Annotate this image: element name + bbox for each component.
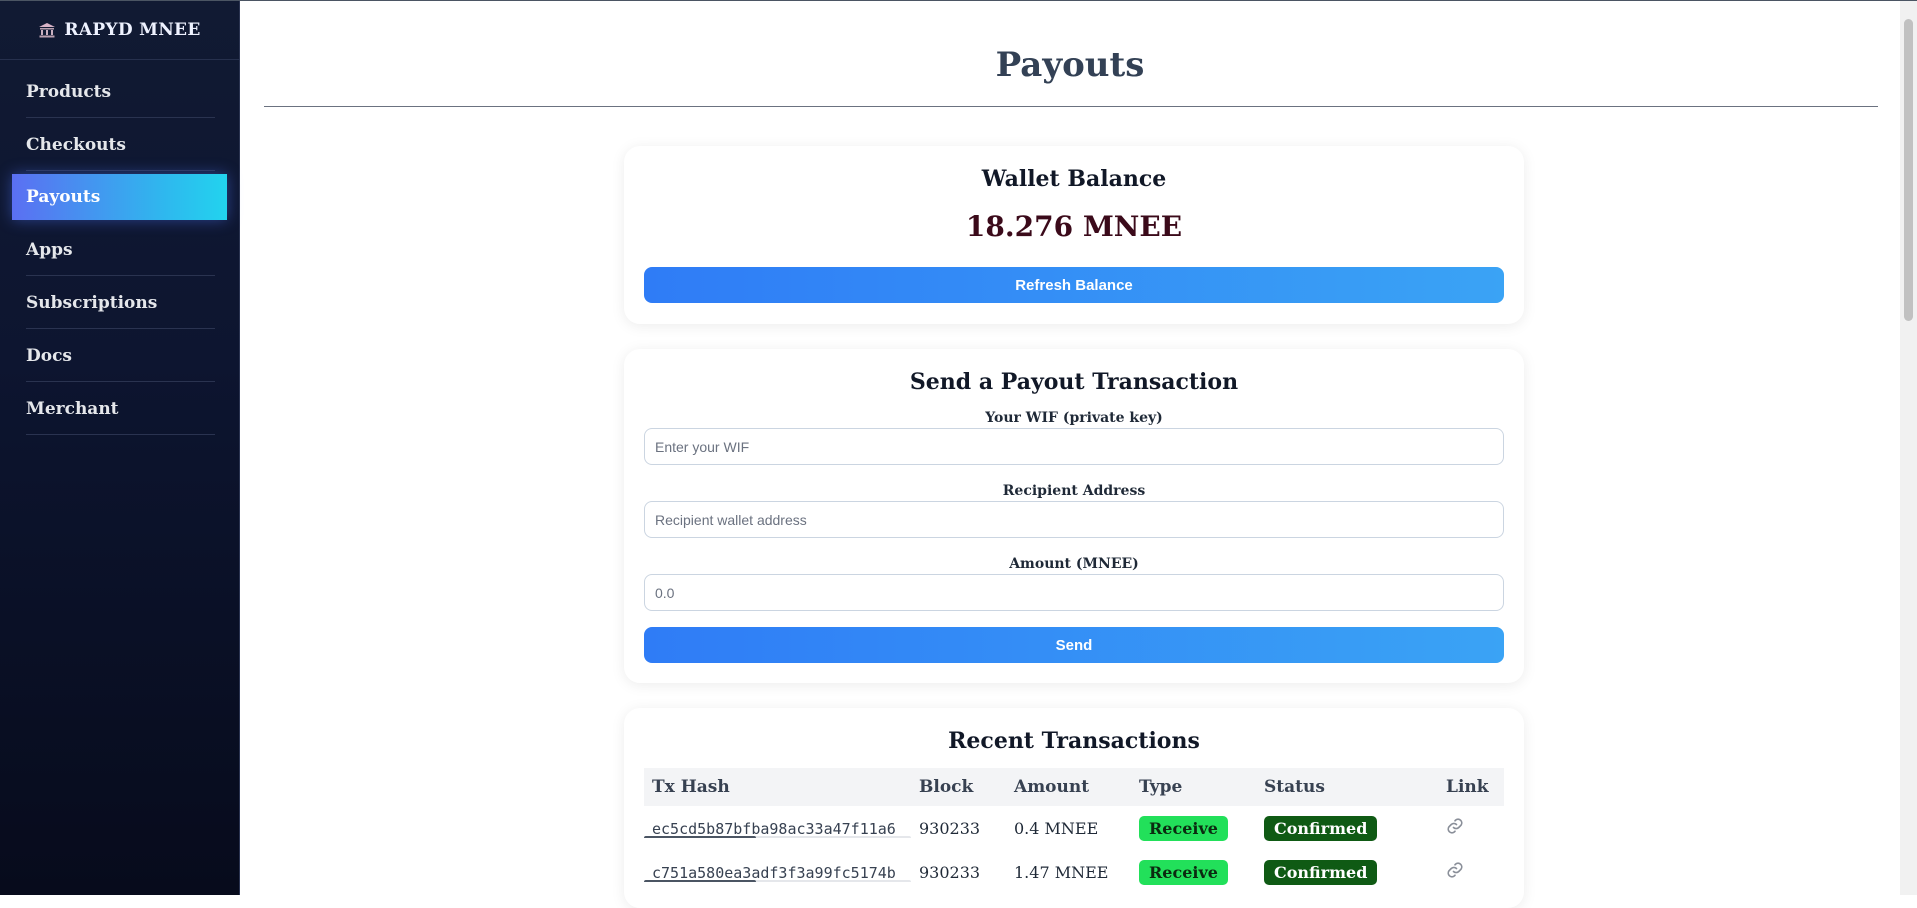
sidebar-item-payouts[interactable]: Payouts (12, 174, 227, 220)
table-header: Tx Hash Block Amount Type Status Link (644, 768, 1504, 806)
tx-block: 930233 (919, 862, 981, 882)
sidebar-nav: Products Checkouts Payouts Apps Subscrip… (0, 66, 239, 435)
tx-hash-cell[interactable]: ec5cd5b87bfba98ac33a47f11a6 (644, 819, 919, 838)
sidebar-item-subscriptions[interactable]: Subscriptions (12, 277, 227, 329)
column-header-amount: Amount (1014, 777, 1090, 797)
hash-scrollbar[interactable] (644, 835, 911, 838)
wallet-balance-amount: 18.276 MNEE (965, 210, 1183, 243)
tx-hash: ec5cd5b87bfba98ac33a47f11a6 (652, 819, 896, 838)
type-badge: Receive (1139, 815, 1228, 841)
scrollbar-thumb[interactable] (1904, 19, 1913, 321)
main-content: Payouts Wallet Balance 18.276 MNEE Refre… (240, 1, 1900, 908)
column-header-status: Status (1264, 777, 1325, 797)
amount-input[interactable] (644, 574, 1504, 611)
sidebar-item-apps[interactable]: Apps (12, 224, 227, 276)
title-divider (264, 106, 1878, 107)
sidebar-item-merchant[interactable]: Merchant (12, 383, 227, 435)
column-header-type: Type (1139, 777, 1183, 797)
hash-scrollbar[interactable] (644, 879, 911, 882)
refresh-balance-button[interactable]: Refresh Balance (644, 267, 1504, 303)
column-header-tx-hash: Tx Hash (652, 777, 730, 797)
brand[interactable]: RAPYD MNEE (0, 1, 239, 60)
bank-icon (38, 22, 56, 38)
sidebar-item-label: Docs (26, 346, 73, 366)
link-icon[interactable] (1446, 861, 1464, 879)
wif-input[interactable] (644, 428, 1504, 465)
table-row: c751a580ea3adf3f3a99fc5174b 930233 1.47 … (644, 850, 1504, 894)
table-row: ec5cd5b87bfba98ac33a47f11a6 930233 0.4 M… (644, 806, 1504, 850)
column-header-block: Block (919, 777, 974, 797)
payout-form-title: Send a Payout Transaction (909, 369, 1239, 395)
tx-amount: 1.47 MNEE (1014, 862, 1109, 882)
page-title: Payouts (995, 45, 1145, 85)
sidebar-item-checkouts[interactable]: Checkouts (12, 119, 227, 171)
sidebar-item-label: Payouts (26, 187, 101, 207)
sidebar-item-label: Checkouts (26, 135, 126, 155)
tx-hash-cell[interactable]: c751a580ea3adf3f3a99fc5174b (644, 863, 919, 882)
wallet-balance-title: Wallet Balance (981, 166, 1167, 192)
link-icon[interactable] (1446, 817, 1464, 835)
sidebar: RAPYD MNEE Products Checkouts Payouts Ap… (0, 1, 240, 895)
recipient-label: Recipient Address (1002, 483, 1146, 499)
page-scrollbar[interactable] (1900, 1, 1917, 895)
amount-label: Amount (MNEE) (1009, 556, 1139, 572)
recent-transactions-title: Recent Transactions (948, 728, 1200, 754)
sidebar-item-label: Products (26, 82, 112, 102)
column-header-link: Link (1446, 777, 1489, 797)
recipient-address-input[interactable] (644, 501, 1504, 538)
tx-block: 930233 (919, 818, 981, 838)
wallet-balance-card: Wallet Balance 18.276 MNEE Refresh Balan… (624, 146, 1524, 324)
transactions-table: Tx Hash Block Amount Type Status Link ec… (644, 768, 1504, 894)
tx-hash: c751a580ea3adf3f3a99fc5174b (652, 863, 896, 882)
sidebar-item-label: Apps (26, 240, 73, 260)
tx-amount: 0.4 MNEE (1014, 818, 1099, 838)
brand-name: RAPYD MNEE (64, 20, 201, 40)
payout-form-card: Send a Payout Transaction Your WIF (priv… (624, 349, 1524, 683)
wif-label: Your WIF (private key) (985, 410, 1163, 426)
status-badge: Confirmed (1264, 815, 1378, 841)
status-badge: Confirmed (1264, 859, 1378, 885)
send-button[interactable]: Send (644, 627, 1504, 663)
recent-transactions-card: Recent Transactions Tx Hash Block Amount… (624, 708, 1524, 908)
sidebar-item-docs[interactable]: Docs (12, 330, 227, 382)
type-badge: Receive (1139, 859, 1228, 885)
sidebar-item-label: Subscriptions (26, 293, 158, 313)
sidebar-item-products[interactable]: Products (12, 66, 227, 118)
sidebar-item-label: Merchant (26, 399, 119, 419)
